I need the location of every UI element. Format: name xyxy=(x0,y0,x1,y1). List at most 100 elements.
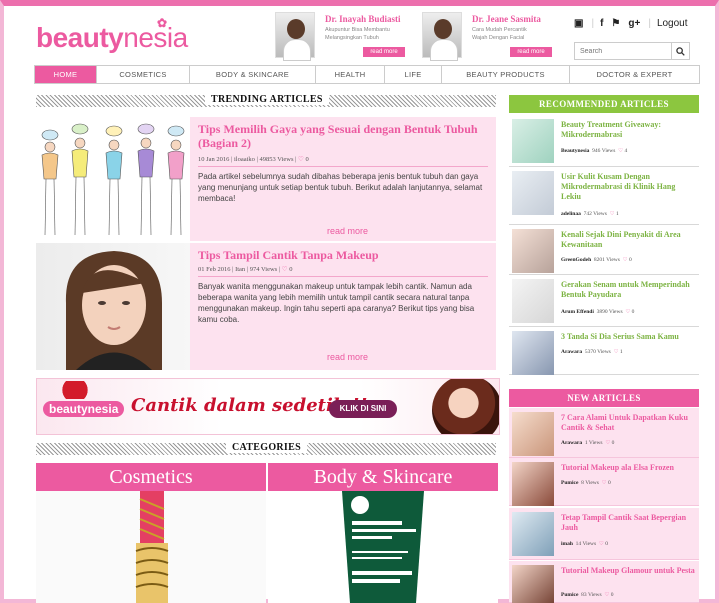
heart-icon[interactable]: ♡ xyxy=(618,148,623,154)
recommended-item[interactable]: Kenali Sejak Dini Penyakit di Area Kewan… xyxy=(509,225,699,275)
nav-cosmetics[interactable]: COSMETICS xyxy=(97,66,190,83)
article-thumbnail[interactable] xyxy=(512,119,554,163)
article-author[interactable]: Pumice xyxy=(561,592,578,598)
article-author[interactable]: Pumice xyxy=(561,480,578,486)
article-date: 10 Jan 2016 xyxy=(198,156,230,163)
heart-icon[interactable]: ♡ xyxy=(623,257,628,263)
recommended-item[interactable]: Gerakan Senam untuk Memperindah Bentuk P… xyxy=(509,275,699,327)
article-thumbnail[interactable] xyxy=(512,412,554,456)
article-author[interactable]: imah xyxy=(561,541,573,547)
article-likes: 0 xyxy=(610,592,614,598)
heart-icon[interactable]: ♡ xyxy=(614,349,619,355)
article-meta: imah 14 Views ♡ 0 xyxy=(561,541,608,547)
logo-text-bold: beauty xyxy=(36,22,124,53)
nav-doctor-expert[interactable]: DOCTOR & EXPERT xyxy=(570,66,699,83)
recommended-item[interactable]: 3 Tanda Si Dia Serius Sama Kamu Arawara … xyxy=(509,327,699,375)
article-thumbnail[interactable] xyxy=(512,229,554,273)
search-button[interactable] xyxy=(671,43,689,59)
new-article-item[interactable]: 7 Cara Alami Untuk Dapatkan Kuku Cantik … xyxy=(509,408,699,458)
article-title[interactable]: 7 Cara Alami Untuk Dapatkan Kuku Cantik … xyxy=(561,413,697,433)
article-title[interactable]: Gerakan Senam untuk Memperindah Bentuk P… xyxy=(561,280,697,300)
article-title[interactable]: Tutorial Makeup Glamour untuk Pesta xyxy=(561,566,697,576)
article-thumbnail[interactable] xyxy=(512,279,554,323)
article-views: 5370 Views xyxy=(584,349,611,355)
promo-banner[interactable]: beautynesia Cantik dalam sedetik !! KLIK… xyxy=(36,378,500,435)
article-card[interactable]: Tips Memilih Gaya yang Sesuai dengan Ben… xyxy=(36,117,496,241)
heart-icon[interactable]: ♡ xyxy=(625,309,630,315)
article-likes: 4 xyxy=(624,148,628,154)
read-more-link[interactable]: read more xyxy=(327,226,368,236)
instagram-icon[interactable]: ▣ xyxy=(574,18,583,29)
article-meta: Arawara 5370 Views ♡ 1 xyxy=(561,349,623,355)
article-thumbnail[interactable] xyxy=(512,171,554,215)
article-thumbnail[interactable] xyxy=(512,512,554,556)
banner-cta-button[interactable]: KLIK DI SINI xyxy=(329,400,397,418)
doctor-card-2[interactable]: Dr. Jeane Sasmita Cara Mudah Percantik W… xyxy=(422,12,557,61)
nav-body-skincare[interactable]: BODY & SKINCARE xyxy=(190,66,316,83)
article-title[interactable]: Tips Memilih Gaya yang Sesuai dengan Ben… xyxy=(198,122,488,150)
heart-icon[interactable]: ♡ xyxy=(602,480,607,486)
article-title[interactable]: Beauty Treatment Giveaway: Mikrodermabra… xyxy=(561,120,697,140)
site-logo[interactable]: beautynesia ✿ xyxy=(36,16,188,54)
category-body-skincare[interactable]: Body & Skincare xyxy=(268,463,498,603)
twitter-icon[interactable]: ⚑ xyxy=(611,18,620,29)
article-author[interactable]: Arawara xyxy=(561,349,582,355)
article-title[interactable]: Usir Kulit Kusam Dengan Mikrodermabrasi … xyxy=(561,172,697,202)
new-article-item[interactable]: Tetap Tampil Cantik Saat Bepergian Jauh … xyxy=(509,508,699,560)
heart-icon[interactable]: ♡ xyxy=(282,266,288,273)
recommended-item[interactable]: Beauty Treatment Giveaway: Mikrodermabra… xyxy=(509,115,699,167)
heart-icon[interactable]: ♡ xyxy=(298,156,304,163)
main-nav: HOME COSMETICS BODY & SKINCARE HEALTH LI… xyxy=(34,65,700,84)
heart-icon[interactable]: ♡ xyxy=(605,440,610,446)
category-title[interactable]: Cosmetics xyxy=(36,463,266,491)
article-likes: 0 xyxy=(611,440,615,446)
nav-home[interactable]: HOME xyxy=(35,66,97,83)
article-title[interactable]: Tips Tampil Cantik Tanpa Makeup xyxy=(198,248,488,262)
doctor-card-1[interactable]: Dr. Inayah Budiasti Akupuntur Bisa Memba… xyxy=(275,12,410,61)
article-card[interactable]: Tips Tampil Cantik Tanpa Makeup 01 Feb 2… xyxy=(36,243,496,370)
new-article-item[interactable]: Tutorial Makeup Glamour untuk Pesta Pumi… xyxy=(509,561,699,603)
facebook-icon[interactable]: f xyxy=(600,18,603,29)
googleplus-icon[interactable]: g+ xyxy=(628,18,640,29)
article-thumbnail[interactable] xyxy=(512,331,554,375)
nav-life[interactable]: LIFE xyxy=(385,66,442,83)
article-author[interactable]: iloaaiko xyxy=(234,156,255,163)
new-article-item[interactable]: Tutorial Makeup ala Elsa Frozen Pumice 8… xyxy=(509,458,699,506)
nav-health[interactable]: HEALTH xyxy=(316,66,385,83)
doctor-name[interactable]: Dr. Inayah Budiasti xyxy=(325,14,400,24)
article-title[interactable]: 3 Tanda Si Dia Serius Sama Kamu xyxy=(561,332,697,342)
article-views: 974 Views xyxy=(249,266,278,273)
article-image[interactable] xyxy=(36,243,190,370)
read-more-button[interactable]: read more xyxy=(510,47,552,57)
heart-icon[interactable]: ♡ xyxy=(604,592,609,598)
article-title[interactable]: Tutorial Makeup ala Elsa Frozen xyxy=(561,463,697,473)
search-input[interactable] xyxy=(575,43,671,59)
read-more-button[interactable]: read more xyxy=(363,47,405,57)
doctor-name[interactable]: Dr. Jeane Sasmita xyxy=(472,14,541,24)
category-title[interactable]: Body & Skincare xyxy=(268,463,498,491)
article-image[interactable] xyxy=(36,117,190,241)
article-views: 742 Views xyxy=(583,211,607,217)
article-title[interactable]: Kenali Sejak Dini Penyakit di Area Kewan… xyxy=(561,230,697,250)
trending-title: TRENDING ARTICLES xyxy=(205,94,329,105)
article-meta: Arawara 1 Views ♡ 0 xyxy=(561,440,614,446)
article-title[interactable]: Tetap Tampil Cantik Saat Bepergian Jauh xyxy=(561,513,697,533)
read-more-link[interactable]: read more xyxy=(327,352,368,362)
logout-link[interactable]: Logout xyxy=(657,18,688,29)
article-author[interactable]: GreenGodeh xyxy=(561,257,591,263)
article-author[interactable]: adelinaa xyxy=(561,211,581,217)
article-author[interactable]: Arawara xyxy=(561,440,582,446)
heart-icon[interactable]: ♡ xyxy=(610,211,615,217)
logo-text-thin: nesia xyxy=(123,22,188,53)
article-likes: 0 xyxy=(305,156,309,163)
article-author[interactable]: Beautynesia xyxy=(561,148,589,154)
heart-icon[interactable]: ♡ xyxy=(599,541,604,547)
article-thumbnail[interactable] xyxy=(512,462,554,506)
nav-beauty-products[interactable]: BEAUTY PRODUCTS xyxy=(442,66,570,83)
article-author[interactable]: Arum Effendi xyxy=(561,309,594,315)
article-author[interactable]: Itan xyxy=(235,266,245,273)
recommended-item[interactable]: Usir Kulit Kusam Dengan Mikrodermabrasi … xyxy=(509,167,699,225)
article-likes: 0 xyxy=(289,266,293,273)
category-cosmetics[interactable]: Cosmetics xyxy=(36,463,266,603)
article-thumbnail[interactable] xyxy=(512,565,554,603)
